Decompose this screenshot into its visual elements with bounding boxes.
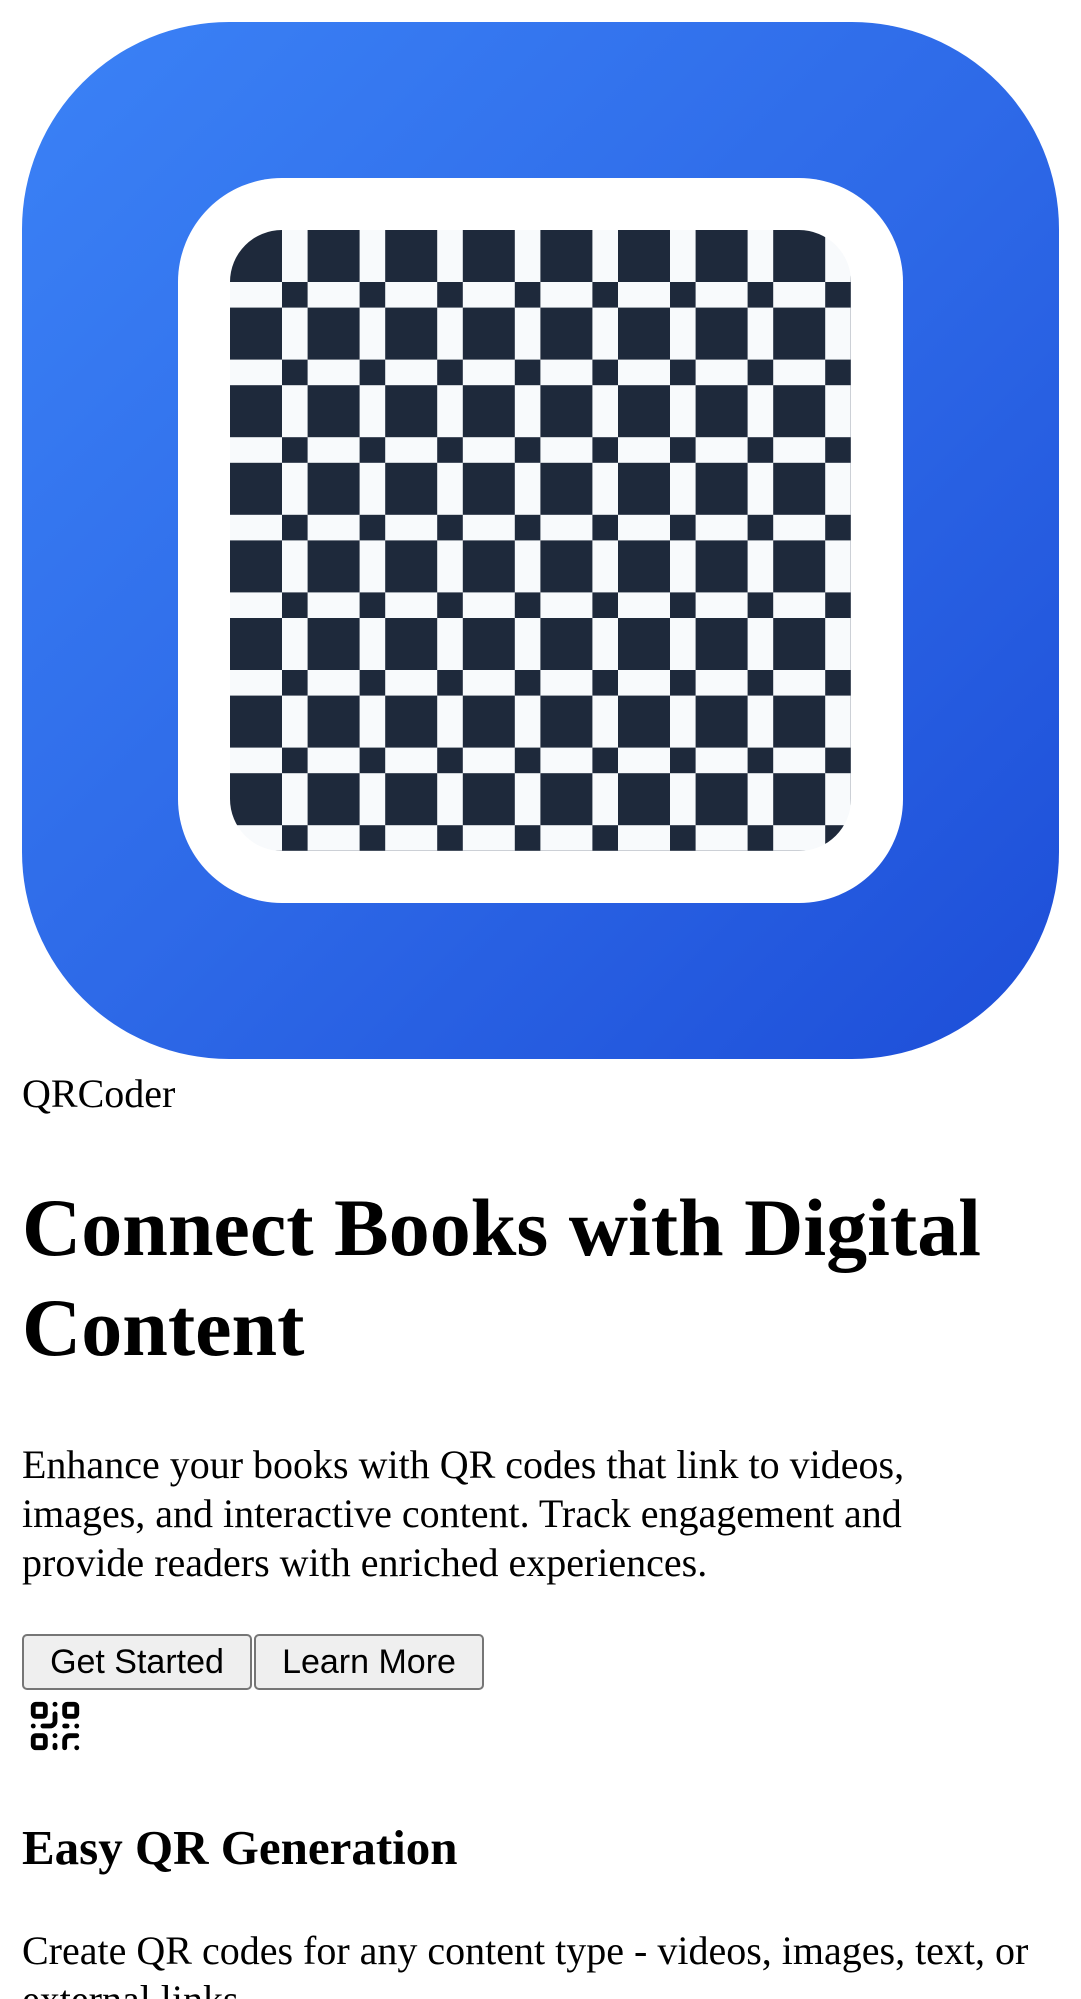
feature-description: Create QR codes for any content type - v…: [22, 1928, 1029, 1999]
hero-title: Connect Books with Digital Content: [22, 1182, 982, 1373]
brand-name: QRCoder: [22, 1071, 176, 1116]
qr-code-icon: [26, 1697, 84, 1755]
cta-buttons: Get Started Learn More: [22, 1634, 484, 1690]
logo-frame: [178, 178, 903, 903]
hero-description: Enhance your books with QR codes that li…: [22, 1442, 905, 1585]
app-logo: [22, 22, 1059, 1059]
qr-pattern-graphic: [230, 230, 851, 851]
feature-title: Easy QR Generation: [22, 1820, 458, 1875]
learn-more-button[interactable]: Learn More: [254, 1634, 484, 1690]
qr-code-logo-icon: [230, 230, 851, 851]
get-started-button[interactable]: Get Started: [22, 1634, 252, 1690]
